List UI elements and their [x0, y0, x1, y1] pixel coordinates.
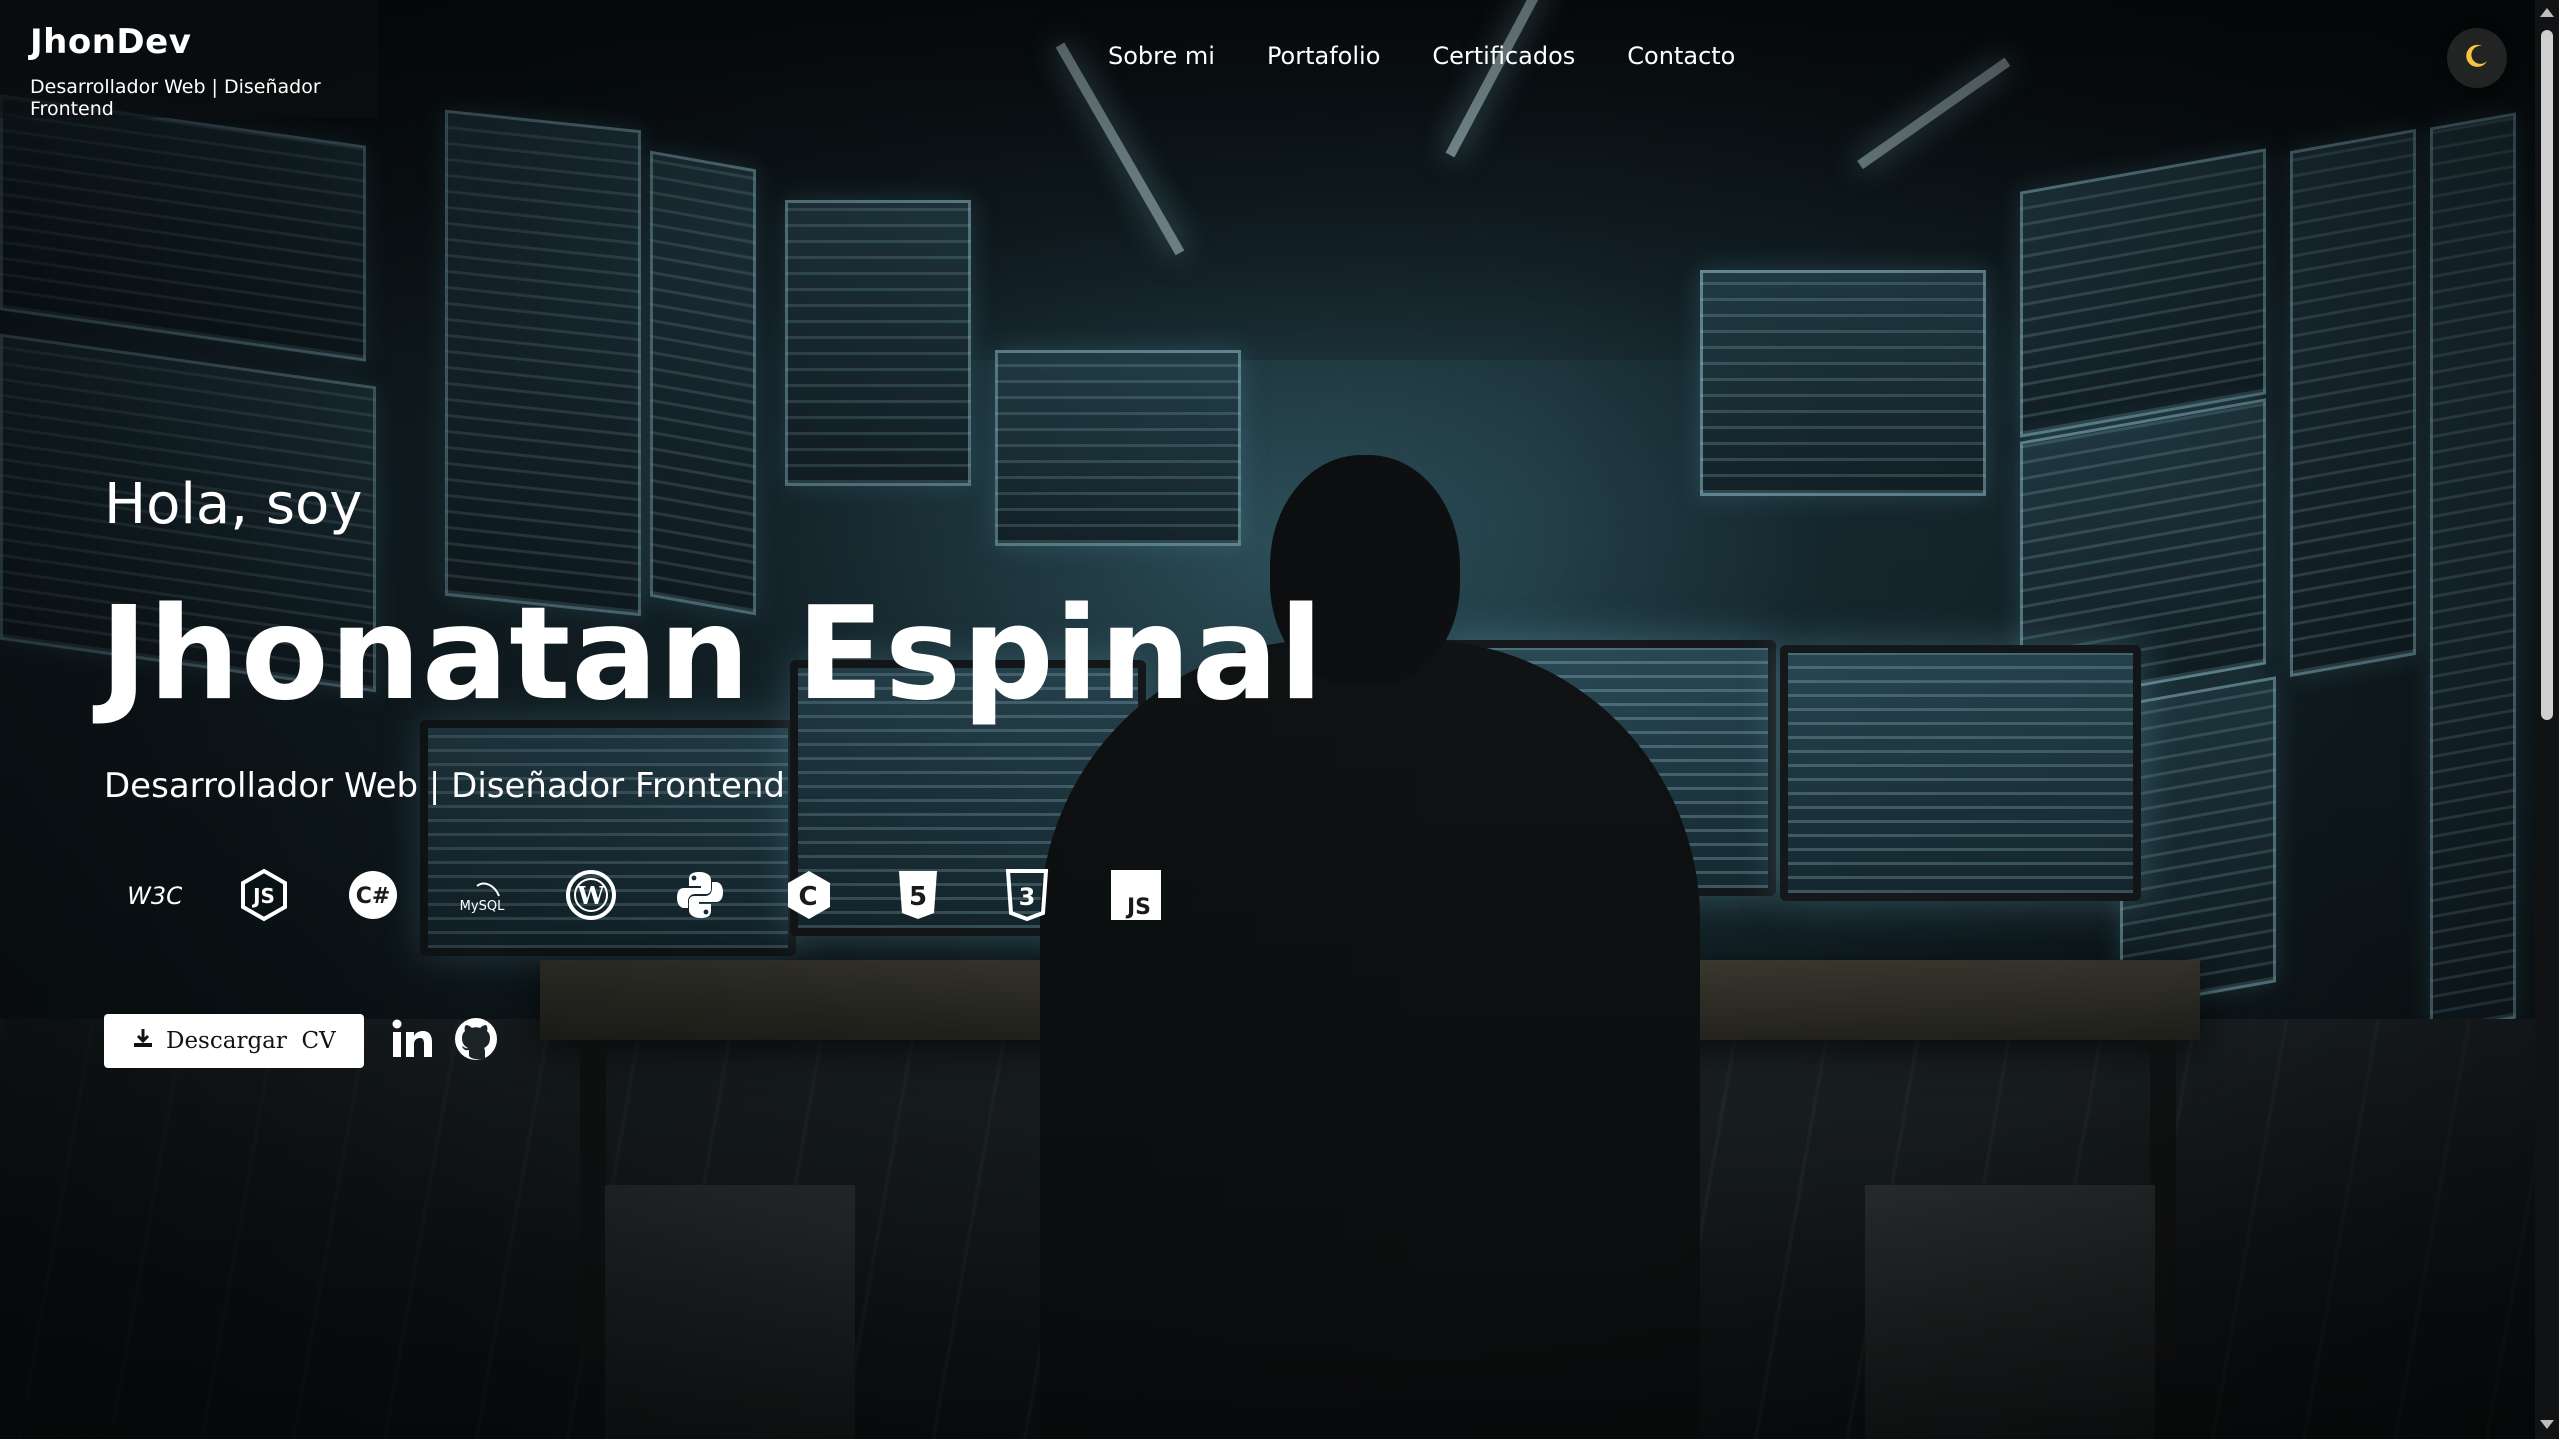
python-icon — [673, 868, 727, 922]
brand-subtitle: Desarrollador Web | Diseñador Frontend — [30, 76, 321, 120]
download-icon — [132, 1027, 154, 1055]
c-language-icon-text: C — [798, 882, 817, 912]
github-link[interactable] — [452, 1017, 500, 1065]
skills-icon-row: W3C JS C# MySQL W C 5 3 JS — [128, 868, 1218, 922]
javascript-icon: JS — [1109, 868, 1163, 922]
nav-link-certificados[interactable]: Certificados — [1432, 42, 1575, 70]
css3-icon-text: 3 — [1019, 883, 1036, 911]
mysql-icon: MySQL — [455, 868, 509, 922]
site-header: JhonDev Desarrollador Web | Diseñador Fr… — [0, 0, 2535, 120]
scroll-up-arrow[interactable] — [2540, 8, 2554, 17]
scrollbar-thumb[interactable] — [2541, 30, 2553, 720]
javascript-icon-text: JS — [1125, 895, 1151, 920]
brand-title[interactable]: JhonDev — [30, 22, 191, 62]
nodejs-icon-text: JS — [251, 884, 275, 908]
nav-link-portafolio[interactable]: Portafolio — [1267, 42, 1380, 70]
moon-icon — [2463, 42, 2491, 74]
nav-link-contacto[interactable]: Contacto — [1627, 42, 1735, 70]
theme-toggle-button[interactable] — [2447, 28, 2507, 88]
scroll-down-arrow[interactable] — [2540, 1420, 2554, 1429]
c-language-icon: C — [782, 868, 836, 922]
brand[interactable]: JhonDev Desarrollador Web | Diseñador Fr… — [0, 0, 378, 120]
hero-greeting: Hola, soy — [104, 472, 363, 537]
hero-role: Desarrollador Web | Diseñador Frontend — [104, 766, 786, 806]
w3c-icon: W3C — [128, 868, 182, 922]
csharp-icon-text: C# — [356, 884, 391, 909]
css3-icon: 3 — [1000, 868, 1054, 922]
main-nav: Sobre mi Portafolio Certificados Contact… — [1108, 42, 1787, 70]
github-icon — [453, 1016, 499, 1066]
nodejs-icon: JS — [237, 868, 291, 922]
html5-icon-text: 5 — [909, 882, 927, 912]
nav-link-sobre-mi[interactable]: Sobre mi — [1108, 42, 1215, 70]
page-scrollbar[interactable] — [2535, 0, 2559, 1439]
linkedin-link[interactable] — [388, 1017, 436, 1065]
download-cv-label: Descargar CV — [166, 1028, 336, 1054]
wordpress-icon: W — [564, 868, 618, 922]
html5-icon: 5 — [891, 868, 945, 922]
csharp-icon: C# — [346, 868, 400, 922]
hero-actions: Descargar CV — [104, 1014, 500, 1068]
mysql-icon-text: MySQL — [460, 899, 505, 914]
hero-name: Jhonatan Espinal — [100, 580, 1324, 729]
download-cv-button[interactable]: Descargar CV — [104, 1014, 364, 1068]
w3c-icon-text: W3C — [128, 882, 182, 910]
linkedin-icon — [390, 1019, 434, 1063]
svg-text:W: W — [577, 881, 606, 910]
